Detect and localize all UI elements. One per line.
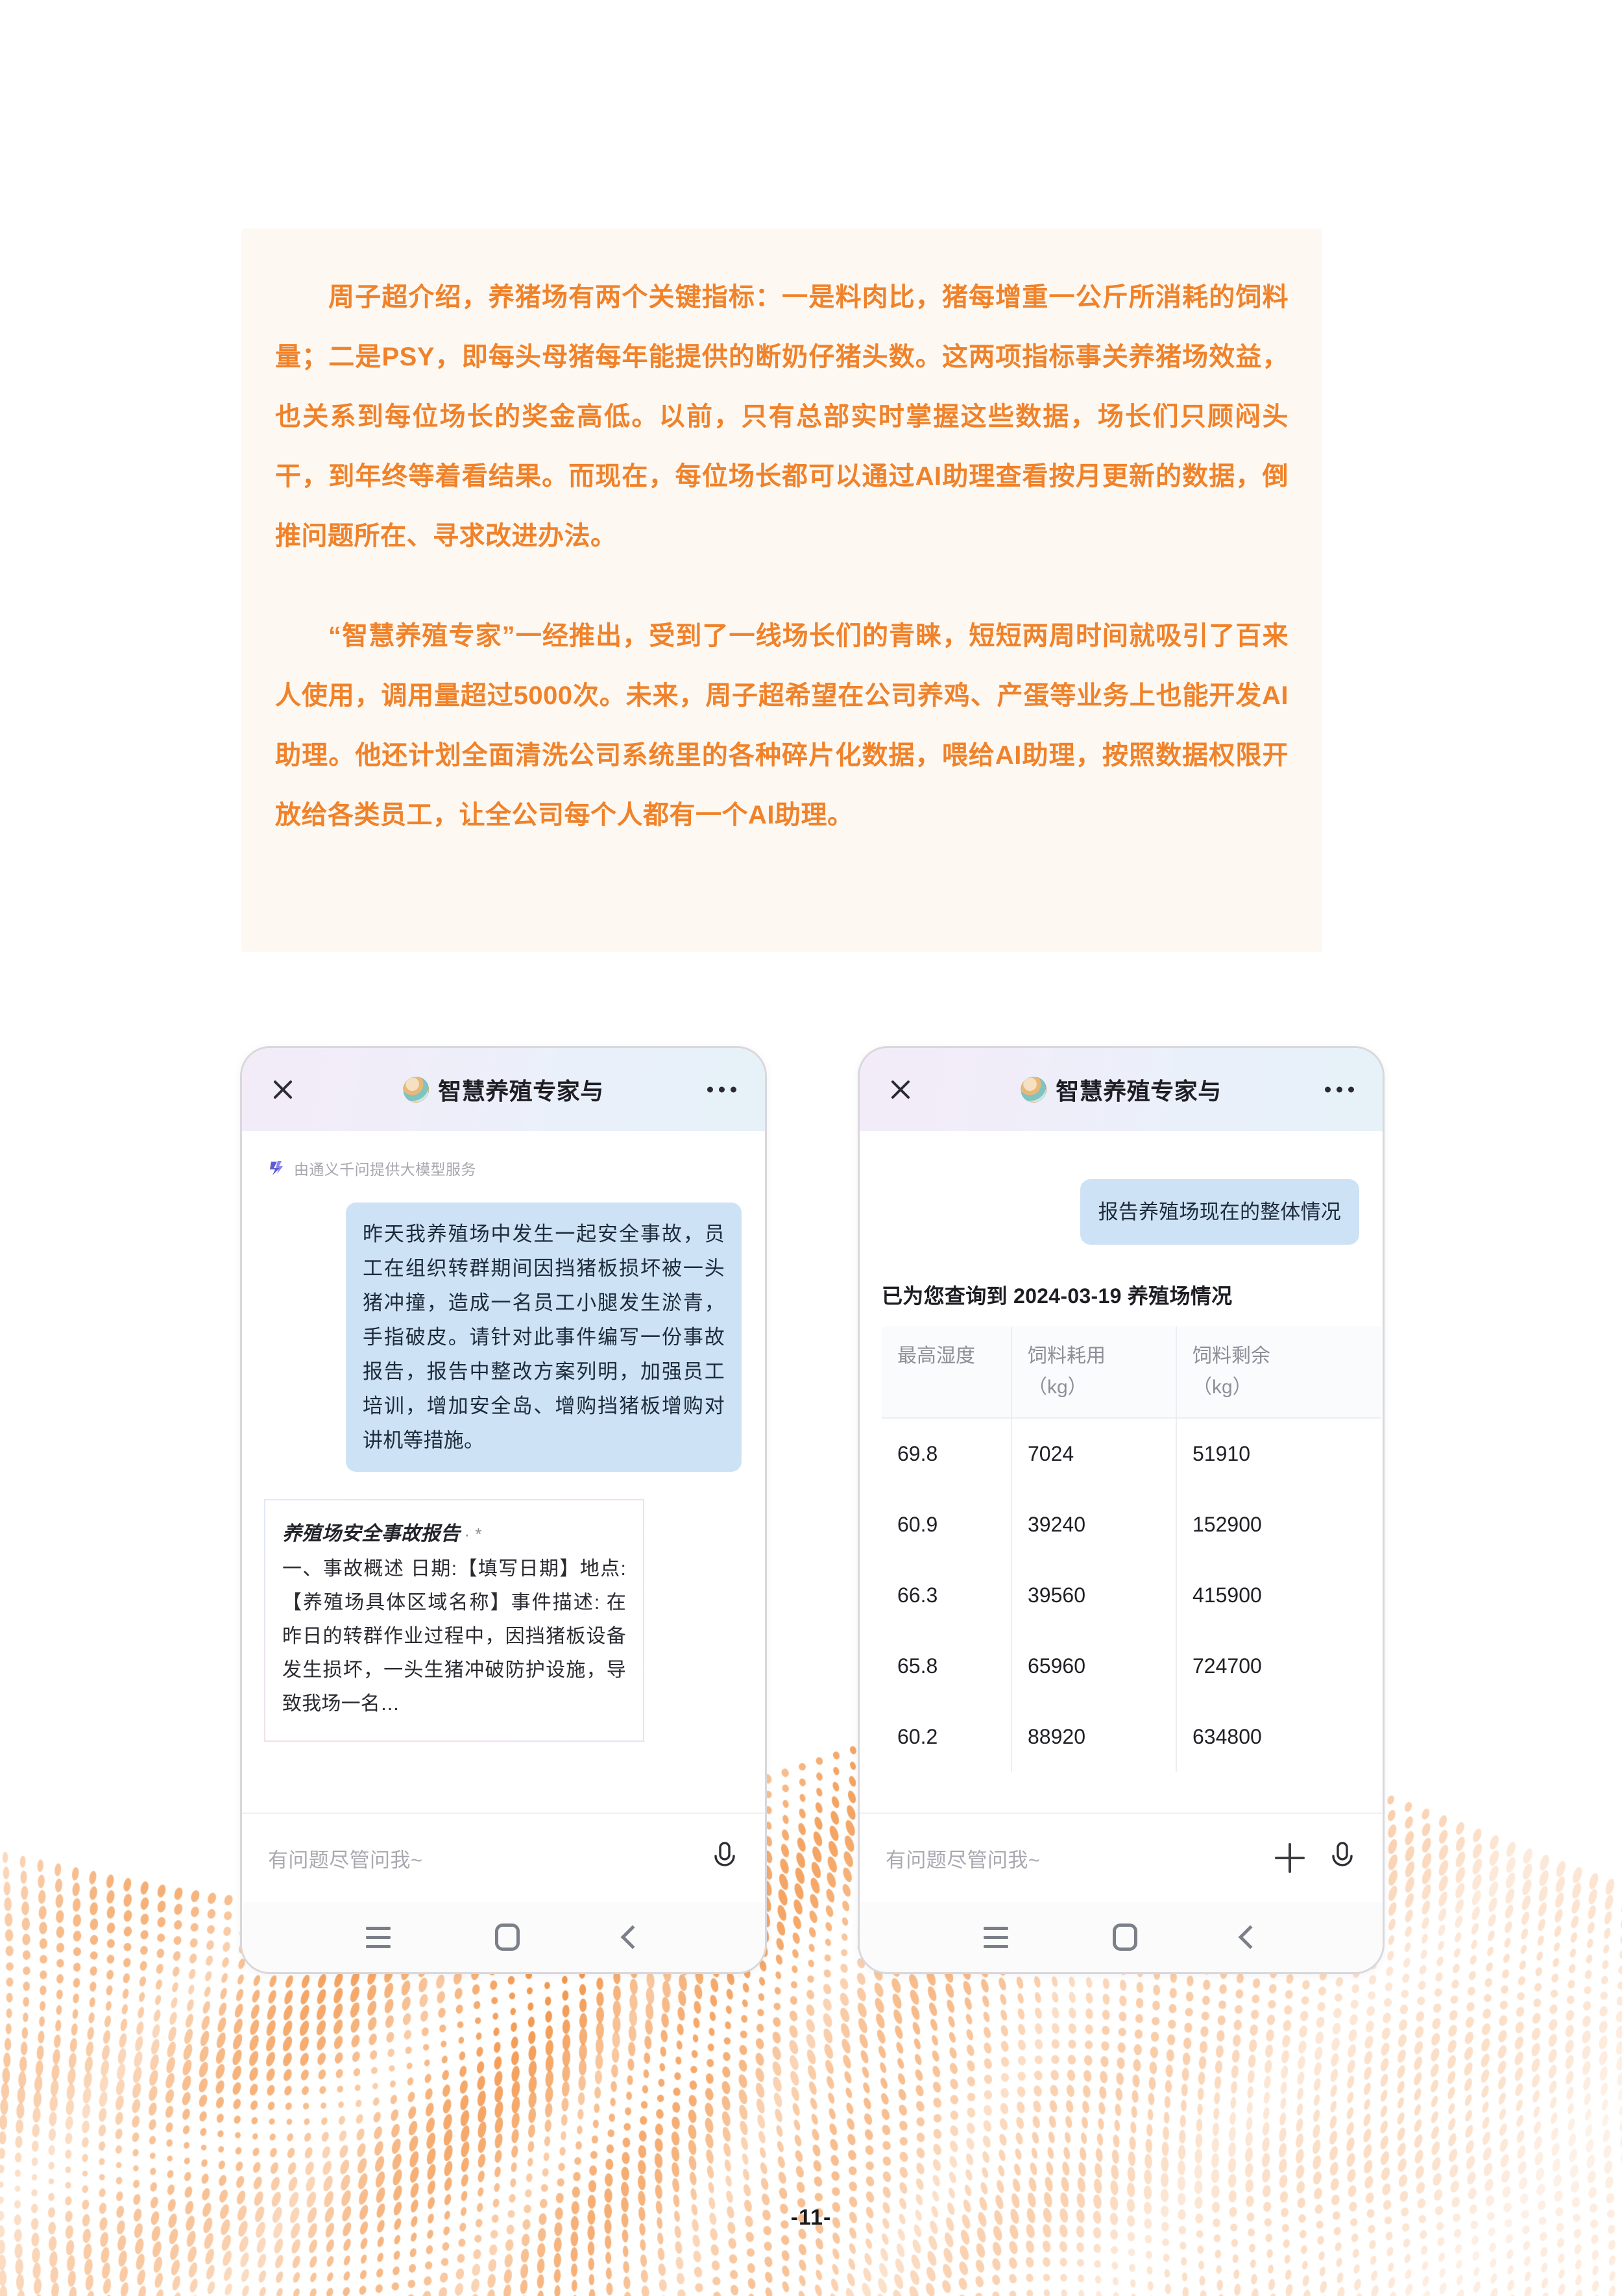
- microphone-icon[interactable]: [710, 1840, 739, 1876]
- col-unit: （kg）: [1192, 1376, 1252, 1398]
- app-title-group: 智慧养殖专家与: [1021, 1073, 1222, 1106]
- back-icon[interactable]: [1238, 1925, 1263, 1949]
- app-title-group: 智慧养殖专家与: [403, 1073, 604, 1106]
- table-cell: 7024: [1011, 1418, 1176, 1489]
- table-cell: 66.3: [897, 1583, 938, 1607]
- table-cell: 39240: [1011, 1489, 1176, 1560]
- more-options-icon[interactable]: [707, 1086, 736, 1093]
- chat-input-placeholder[interactable]: 有问题尽管问我~: [886, 1844, 1275, 1873]
- table-row: 65.8 65960 724700: [882, 1631, 1381, 1702]
- home-icon[interactable]: [494, 1924, 520, 1951]
- table-cell: 51910: [1176, 1418, 1381, 1489]
- plus-icon[interactable]: [1275, 1843, 1305, 1873]
- app-header-left: 智慧养殖专家与: [242, 1048, 765, 1131]
- assistant-avatar-icon: [1021, 1077, 1047, 1103]
- col-name: 最高湿度: [897, 1345, 975, 1367]
- col-name: 饲料剩余: [1192, 1345, 1270, 1367]
- col-name: 饲料耗用: [1028, 1345, 1106, 1367]
- close-icon[interactable]: [269, 1076, 297, 1103]
- back-icon[interactable]: [620, 1925, 645, 1949]
- table-col-header-humidity: 最高湿度: [882, 1326, 1011, 1419]
- chat-body-right: 报告养殖场现在的整体情况 已为您查询到 2024-03-19 养殖场情况 最高湿…: [860, 1131, 1383, 1813]
- table-cell: 88920: [1011, 1702, 1176, 1772]
- table-cell: 60.9: [897, 1513, 938, 1536]
- app-title: 智慧养殖专家与: [1056, 1078, 1222, 1105]
- ai-card-title-text: 养殖场安全事故报告: [282, 1523, 461, 1545]
- table-col-header-feed-remaining: 饲料剩余 （kg）: [1176, 1326, 1381, 1419]
- table-row: 60.9 39240 152900: [882, 1489, 1381, 1560]
- table-cell: 65.8: [897, 1654, 938, 1678]
- app-header-right: 智慧养殖专家与: [860, 1048, 1383, 1131]
- table-cell: 65960: [1011, 1631, 1176, 1702]
- user-message-bubble: 报告养殖场现在的整体情况: [1080, 1179, 1359, 1245]
- chat-input-placeholder[interactable]: 有问题尽管问我~: [268, 1844, 710, 1873]
- powered-by-banner: 由通义千问提供大模型服务: [267, 1157, 745, 1179]
- table-col-header-feed-used: 饲料耗用 （kg）: [1011, 1326, 1176, 1419]
- assistant-avatar-icon: [403, 1077, 430, 1103]
- table-header-row: 最高湿度 饲料耗用 （kg） 饲料剩余 （kg）: [882, 1326, 1381, 1419]
- query-result-heading: 已为您查询到 2024-03-19 养殖场情况: [882, 1284, 1233, 1308]
- farm-status-table: 最高湿度 饲料耗用 （kg） 饲料剩余 （kg） 69.8 7024 51910 60…: [882, 1326, 1381, 1772]
- article-paragraph-1: 周子超介绍，养猪场有两个关键指标：一是料肉比，猪每增重一公斤所消耗的饲料量；二是…: [275, 283, 1289, 550]
- table-cell: 152900: [1176, 1489, 1381, 1560]
- chat-body-left: 由通义千问提供大模型服务 昨天我养殖场中发生一起安全事故，员工在组织转群期间因挡…: [242, 1131, 765, 1813]
- user-message-bubble: 昨天我养殖场中发生一起安全事故，员工在组织转群期间因挡猪板损坏被一头猪冲撞，造成…: [346, 1203, 742, 1472]
- recents-icon[interactable]: [365, 1926, 391, 1948]
- ai-card-title: 养殖场安全事故报告 · *: [282, 1517, 626, 1546]
- table-cell: 634800: [1176, 1702, 1381, 1772]
- table-cell: 60.2: [897, 1725, 938, 1748]
- chat-input-bar-left[interactable]: 有问题尽管问我~: [242, 1813, 765, 1902]
- tongyi-qianwen-logo-icon: [267, 1158, 286, 1178]
- phone-mockup-right: 智慧养殖专家与 报告养殖场现在的整体情况 已为您查询到 2024-03-19 养…: [858, 1046, 1385, 1974]
- android-nav-bar-left: [242, 1902, 765, 1972]
- table-row: 60.2 88920 634800: [882, 1702, 1381, 1772]
- app-title: 智慧养殖专家与: [438, 1078, 604, 1105]
- close-icon[interactable]: [887, 1076, 914, 1103]
- recents-icon[interactable]: [983, 1926, 1008, 1948]
- table-row: 66.3 39560 415900: [882, 1560, 1381, 1631]
- page-number: -11-: [790, 2205, 832, 2230]
- powered-by-label: 由通义千问提供大模型服务: [294, 1161, 476, 1178]
- table-row: 69.8 7024 51910: [882, 1418, 1381, 1489]
- android-nav-bar-right: [860, 1902, 1383, 1972]
- ai-response-card[interactable]: 养殖场安全事故报告 · * 一、事故概述 日期:【填写日期】地点:【养殖场具体区域…: [264, 1499, 644, 1742]
- more-options-icon[interactable]: [1325, 1086, 1354, 1093]
- ai-card-title-suffix: · *: [464, 1524, 482, 1544]
- table-cell: 69.8: [897, 1442, 938, 1465]
- article-text-block: 周子超介绍，养猪场有两个关键指标：一是料肉比，猪每增重一公斤所消耗的饲料量；二是…: [241, 228, 1322, 952]
- home-icon[interactable]: [1112, 1924, 1137, 1951]
- table-cell: 724700: [1176, 1631, 1381, 1702]
- table-body: 69.8 7024 51910 60.9 39240 152900 66.3 39560 415…: [882, 1418, 1381, 1772]
- ai-card-body: 一、事故概述 日期:【填写日期】地点:【养殖场具体区域名称】事件描述: 在昨日的…: [282, 1558, 626, 1715]
- col-unit: （kg）: [1028, 1376, 1087, 1398]
- microphone-icon[interactable]: [1328, 1840, 1357, 1876]
- table-cell: 39560: [1011, 1560, 1176, 1631]
- chat-input-bar-right[interactable]: 有问题尽管问我~: [860, 1813, 1383, 1902]
- table-cell: 415900: [1176, 1560, 1381, 1631]
- phone-mockup-left: 智慧养殖专家与 由通义千问提供大模型服务 昨天我养殖场中发生一起安全事故，员工在…: [240, 1046, 767, 1974]
- article-paragraph-2: “智慧养殖专家”一经推出，受到了一线场长们的青睐，短短两周时间就吸引了百来人使用…: [275, 622, 1289, 829]
